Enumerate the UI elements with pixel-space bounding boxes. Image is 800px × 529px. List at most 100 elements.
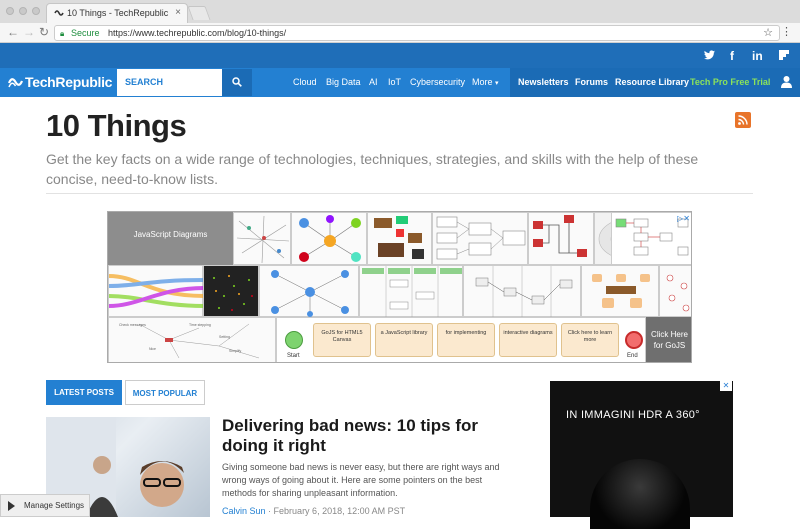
linkedin-icon[interactable]: in (752, 49, 763, 63)
flow-end-node (625, 331, 643, 349)
ad-headline: JavaScript Diagrams (133, 230, 208, 239)
tab-title: 10 Things - TechRepublic (67, 8, 169, 18)
facebook-icon[interactable]: f (730, 49, 734, 63)
side-ad[interactable]: ✕ IN IMMAGINI HDR A 360° (550, 381, 733, 529)
url-text[interactable]: https://www.techrepublic.com/blog/10-thi… (108, 28, 286, 38)
chevron-down-icon: ▾ (495, 80, 499, 87)
article-title[interactable]: Delivering bad news: 10 tips for doing i… (222, 416, 512, 456)
main-navbar: TechRepublic SEARCH Cloud Big Data AI Io… (0, 68, 800, 97)
search-button[interactable] (222, 69, 252, 96)
article-excerpt: Giving someone bad news is never easy, b… (222, 462, 500, 498)
ad-thumbnail (581, 265, 659, 317)
flow-step-label: a JavaScript library (380, 330, 428, 336)
manage-settings-label: Manage Settings (24, 501, 85, 510)
secure-label: Secure (71, 28, 100, 38)
nav-more[interactable]: More ▾ (472, 77, 499, 87)
back-icon[interactable]: ← (7, 25, 19, 39)
ad-thumbnail (233, 212, 291, 265)
flow-step: GoJS for HTML5 Canvas (313, 323, 371, 357)
nav-cybersecurity[interactable]: Cybersecurity (410, 77, 465, 87)
browser-toolbar: ← → ↻ 🔒︎ Secure https://www.techrepublic… (0, 23, 800, 43)
svg-text:Check messages: Check messages (119, 323, 146, 327)
social-bar: f in (0, 43, 800, 68)
flow-start-label: Start (287, 353, 300, 359)
section-divider (46, 193, 753, 194)
article-author[interactable]: Calvin Sun (222, 506, 266, 516)
nav-ai[interactable]: AI (369, 77, 378, 87)
flow-step: a JavaScript library (375, 323, 433, 357)
browser-tab[interactable]: 10 Things - TechRepublic × (46, 3, 188, 23)
tab-close-icon[interactable]: × (175, 7, 181, 18)
flow-end-label: End (627, 353, 638, 359)
logo-text: TechRepublic (25, 74, 113, 90)
gojs-ad-banner[interactable]: JavaScript Diagrams ▷✕ ▷✕ (107, 211, 692, 363)
ad-thumbnail (259, 265, 359, 317)
search-placeholder: SEARCH (125, 77, 164, 87)
play-arrow-icon (8, 501, 15, 511)
flow-start-node (285, 331, 303, 349)
nav-forums[interactable]: Forums (575, 77, 608, 87)
new-tab-button[interactable] (187, 6, 211, 20)
ad-product-image (590, 459, 690, 529)
tab-latest-posts[interactable]: LATEST POSTS (46, 380, 122, 405)
gojs-flowchart: Start GoJS for HTML5 Canvas a JavaScript… (276, 317, 646, 362)
flow-step-label: GoJS for HTML5 Canvas (321, 330, 363, 343)
svg-text:Nice: Nice (149, 347, 156, 351)
ad-choices-icon[interactable]: ▷✕ (677, 214, 690, 223)
ad-thumbnail (432, 212, 528, 265)
rss-icon (738, 115, 748, 125)
reload-icon[interactable]: ↻ (39, 25, 49, 39)
svg-text:Setting: Setting (219, 335, 230, 339)
rss-feed-button[interactable] (735, 112, 751, 128)
nav-cloud[interactable]: Cloud (293, 77, 317, 87)
nav-tech-pro-trial[interactable]: Tech Pro Free Trial (690, 77, 770, 87)
techrepublic-favicon-icon (54, 10, 64, 16)
ad-cta-button[interactable]: Click Here for GoJS (646, 317, 691, 362)
search-icon (232, 77, 242, 87)
ad-thumbnail (359, 265, 463, 318)
nav-more-label: More (472, 77, 493, 87)
manage-settings-button[interactable]: Manage Settings (0, 494, 90, 517)
ad-choices-icon[interactable]: ✕ (720, 381, 732, 391)
flipboard-icon[interactable] (779, 50, 789, 63)
forward-icon[interactable]: → (23, 25, 35, 39)
techrepublic-logo[interactable]: TechRepublic (8, 74, 112, 90)
bookmark-star-icon[interactable]: ☆ (763, 26, 773, 39)
nav-newsletters[interactable]: Newsletters (518, 77, 569, 87)
ad-thumbnail (108, 265, 205, 317)
ad-thumbnail (203, 265, 259, 317)
address-bar[interactable]: 🔒︎ Secure https://www.techrepublic.com/b… (54, 25, 780, 41)
flow-step-label: Click here to learn more (567, 330, 613, 343)
ad-thumbnail (528, 212, 594, 265)
browser-menu-icon[interactable]: ⋮ (781, 25, 792, 38)
twitter-icon[interactable] (704, 49, 715, 63)
nav-iot[interactable]: IoT (388, 77, 401, 87)
ad-thumbnail (291, 212, 367, 265)
side-ad-text: IN IMMAGINI HDR A 360° (566, 409, 700, 421)
browser-tabstrip: 10 Things - TechRepublic × (0, 0, 800, 23)
ad-thumbnail: Check messages Time stepping Setting Simpli… (108, 317, 276, 362)
svg-text:Simplify: Simplify (229, 349, 242, 353)
ad-thumbnail (367, 212, 432, 265)
nav-resource-library[interactable]: Resource Library (615, 77, 689, 87)
ad-thumbnail: ▷✕ (611, 212, 691, 265)
user-account-icon[interactable] (780, 75, 793, 93)
svg-text:Time stepping: Time stepping (189, 323, 211, 327)
article-meta: Calvin Sun · February 6, 2018, 12:00 AM … (222, 506, 405, 516)
page-description: Get the key facts on a wide range of tec… (46, 151, 699, 187)
logo-mark-icon (8, 78, 23, 88)
flow-step: interactive diagrams (499, 323, 557, 357)
search-input[interactable]: SEARCH (117, 69, 222, 96)
ad-headline-panel: JavaScript Diagrams (108, 212, 233, 265)
window-zoom-button[interactable] (32, 7, 40, 15)
tab-most-popular[interactable]: MOST POPULAR (125, 380, 205, 405)
ad-thumbnail (659, 265, 691, 317)
flow-step-label: interactive diagrams (503, 330, 553, 336)
ad-thumbnail (463, 265, 581, 318)
nav-right-group: Newsletters Forums Resource Library Tech… (510, 68, 800, 97)
flow-step-label: for implementing (445, 330, 487, 336)
window-close-button[interactable] (6, 7, 14, 15)
page-title: 10 Things (46, 108, 187, 143)
nav-big-data[interactable]: Big Data (326, 77, 361, 87)
window-minimize-button[interactable] (19, 7, 27, 15)
